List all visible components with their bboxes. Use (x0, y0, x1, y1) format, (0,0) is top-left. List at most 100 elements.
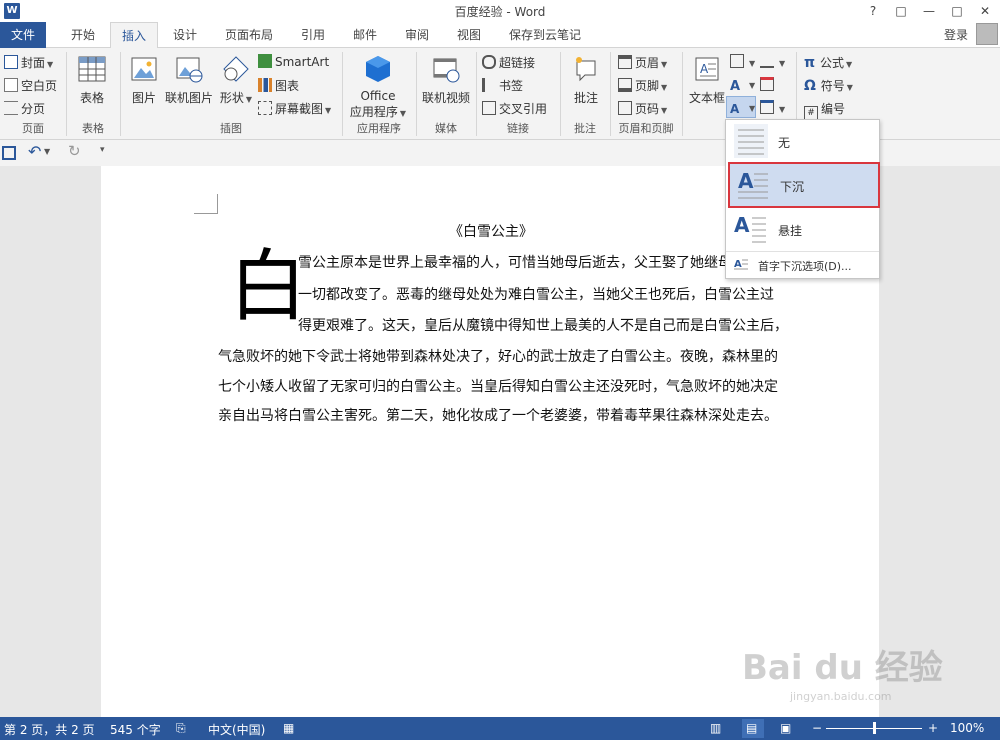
cover-page-button[interactable]: 封面 ▼ (4, 54, 53, 71)
signature-line-button[interactable]: ▼ (760, 54, 785, 69)
cross-reference-label: 交叉引用 (499, 102, 548, 116)
cross-reference-button[interactable]: 交叉引用 (482, 100, 547, 117)
page-break-button[interactable]: 分页 (4, 100, 45, 117)
quick-parts-icon (730, 54, 744, 68)
tab-review[interactable]: 审阅 (394, 22, 440, 48)
web-layout-icon[interactable]: ▣ (780, 721, 791, 735)
number-button[interactable]: # 编号 (804, 100, 845, 120)
ribbon-display-button[interactable]: □ (890, 2, 912, 20)
object-button[interactable]: ▼ (760, 100, 785, 115)
drop-cap-button[interactable]: A ▼ (726, 96, 756, 118)
help-button[interactable]: ? (862, 2, 884, 20)
avatar[interactable] (976, 23, 998, 45)
drop-cap-in-margin-option[interactable]: A 悬挂 (726, 208, 879, 250)
watermark-url: jingyan.baidu.com (790, 690, 892, 703)
picture-button[interactable]: 图片 (124, 54, 164, 106)
header-label: 页眉 (635, 56, 660, 70)
header-icon (618, 55, 632, 69)
drop-cap-dropped-option[interactable]: A 下沉 (728, 162, 880, 208)
login-link[interactable]: 登录 (944, 22, 968, 48)
header-button[interactable]: 页眉 ▼ (618, 54, 667, 71)
zoom-level[interactable]: 100% (950, 721, 984, 735)
minimize-button[interactable]: — (918, 2, 940, 20)
save-icon[interactable] (2, 146, 16, 160)
tab-references[interactable]: 引用 (290, 22, 336, 48)
chart-button[interactable]: 图表 (258, 77, 299, 94)
date-time-button[interactable] (760, 77, 777, 92)
drop-cap-in-margin-label: 悬挂 (778, 224, 803, 238)
table-button[interactable]: 表格 (70, 54, 114, 106)
customize-qat-icon[interactable]: ▾ (100, 145, 105, 155)
screenshot-icon (258, 101, 272, 115)
tab-cloud-notes[interactable]: 保存到云笔记 (500, 22, 590, 48)
page-break-icon (4, 101, 18, 115)
smartart-button[interactable]: SmartArt (258, 54, 329, 69)
textbox-button[interactable]: A 文本框 (686, 54, 728, 106)
new-comment-label: 批注 (573, 91, 598, 105)
title-bar: W 百度经验 - Word ? □ — □ ✕ (0, 0, 1000, 22)
zoom-out-button[interactable]: − (812, 721, 822, 735)
undo-icon[interactable]: ↶ (28, 142, 41, 161)
group-label-links: 链接 (507, 122, 529, 135)
online-picture-icon (176, 57, 203, 83)
footer-icon (618, 78, 632, 92)
blank-page-button[interactable]: 空白页 (4, 77, 57, 94)
close-button[interactable]: ✕ (974, 2, 996, 20)
group-label-illustrations: 插图 (220, 122, 242, 135)
maximize-button[interactable]: □ (946, 2, 968, 20)
paragraph-line: 雪公主原本是世界上最幸福的人，可惜当她母后逝去，父王娶了她继母后 (298, 255, 746, 271)
vertical-scrollbar[interactable] (980, 166, 1000, 717)
tab-view[interactable]: 视图 (446, 22, 492, 48)
page-number-button[interactable]: 页码 ▼ (618, 100, 667, 117)
symbol-button[interactable]: Ω 符号 ▼ (804, 77, 853, 94)
undo-dropdown-icon[interactable]: ▼ (44, 147, 50, 156)
office-store-icon (366, 56, 390, 82)
tab-mailings[interactable]: 邮件 (342, 22, 388, 48)
window-title: 百度经验 - Word (454, 5, 546, 19)
chart-icon (258, 78, 272, 92)
object-icon (760, 100, 774, 114)
hyperlink-button[interactable]: 超链接 (482, 54, 535, 71)
new-comment-button[interactable]: 批注 (564, 54, 608, 106)
zoom-in-button[interactable]: + (928, 721, 938, 735)
read-mode-icon[interactable]: ▥ (710, 721, 721, 735)
equation-button[interactable]: π 公式 ▼ (804, 54, 852, 71)
redo-icon[interactable]: ↻ (68, 142, 81, 160)
quick-parts-button[interactable]: ▼ (730, 54, 755, 69)
online-video-button[interactable]: 联机视频 (418, 54, 474, 106)
group-separator (682, 52, 683, 136)
zoom-slider-thumb[interactable] (873, 722, 876, 734)
equation-label: 公式 (819, 56, 844, 70)
cross-reference-icon (482, 101, 496, 115)
macro-recording-icon[interactable]: ▦ (283, 721, 294, 735)
group-label-header-footer: 页眉和页脚 (618, 122, 674, 135)
drop-cap-options-item[interactable]: A 首字下沉选项(D)... (726, 254, 879, 276)
drop-cap-none-option[interactable]: 无 (726, 120, 879, 162)
shapes-label: 形状 (219, 91, 244, 105)
group-label-media: 媒体 (435, 122, 457, 135)
drop-cap-dropped-label: 下沉 (780, 180, 805, 194)
tab-design[interactable]: 设计 (162, 22, 208, 48)
page-count[interactable]: 第 2 页，共 2 页 (4, 721, 95, 738)
footer-button[interactable]: 页脚 ▼ (618, 77, 667, 94)
office-apps-button[interactable]: Office 应用程序 ▼ (346, 54, 410, 120)
tab-home[interactable]: 开始 (60, 22, 106, 48)
cover-page-label: 封面 (21, 56, 46, 70)
online-picture-button[interactable]: 联机图片 (164, 54, 214, 106)
bookmark-button[interactable]: 书签 (482, 77, 523, 94)
screenshot-button[interactable]: 屏幕截图 ▼ (258, 100, 331, 117)
bookmark-label: 书签 (499, 79, 524, 93)
word-count[interactable]: 545 个字 (110, 721, 161, 738)
tab-file[interactable]: 文件 (0, 22, 46, 48)
shapes-button[interactable]: 形状 ▼ (216, 54, 256, 106)
drop-cap-options-icon: A (734, 257, 748, 271)
proofing-icon[interactable]: ⎘ (176, 721, 186, 736)
hyperlink-icon (482, 55, 496, 69)
drop-cap-options-label: 首字下沉选项(D)... (758, 260, 852, 273)
tab-layout[interactable]: 页面布局 (214, 22, 284, 48)
document-title: 《白雪公主》 (449, 224, 533, 240)
tab-insert[interactable]: 插入 (110, 22, 158, 49)
textbox-icon: A (695, 57, 719, 81)
language-indicator[interactable]: 中文(中国) (208, 721, 265, 738)
wordart-button[interactable]: A ▼ (730, 77, 755, 94)
